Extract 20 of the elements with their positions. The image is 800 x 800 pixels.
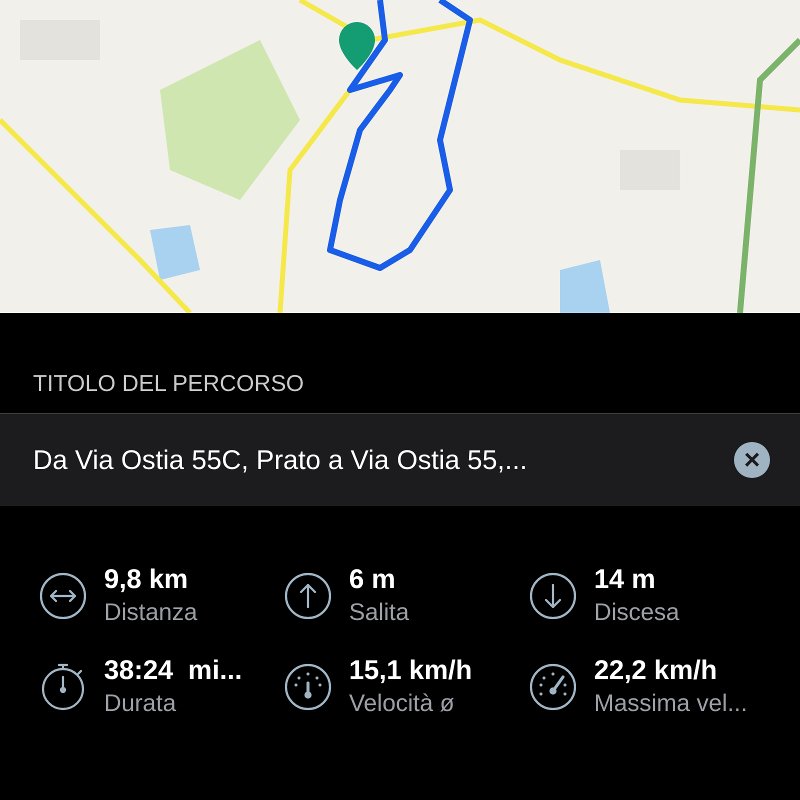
stat-value: 22,2 km/h [594, 655, 718, 686]
distance-icon [38, 570, 88, 620]
stat-value: 9,8 km [104, 564, 188, 595]
stat-label: Velocità ø [349, 690, 454, 718]
max-speed-icon [528, 662, 578, 712]
stat-value: 38:24 mi... [104, 655, 242, 686]
stat-label: Salita [349, 599, 410, 627]
title-field[interactable]: Da Via Ostia 55C, Prato a Via Ostia 55,... × [0, 413, 800, 506]
descent-icon [528, 570, 578, 620]
stat-label: Durata [104, 690, 176, 718]
ascent-icon [283, 570, 333, 620]
section-label: TITOLO DEL PERCORSO [32, 369, 304, 397]
avg-speed-icon [283, 662, 333, 712]
stat-label: Discesa [594, 599, 680, 627]
stat-value: 15,1 km/h [349, 655, 472, 686]
stat-value: 6 m [349, 564, 396, 595]
stat-value: 14 m [594, 564, 656, 595]
stat-label: Massima vel... [594, 690, 748, 718]
stat-label: Distanza [104, 599, 198, 627]
clear-button[interactable]: × [734, 442, 770, 478]
